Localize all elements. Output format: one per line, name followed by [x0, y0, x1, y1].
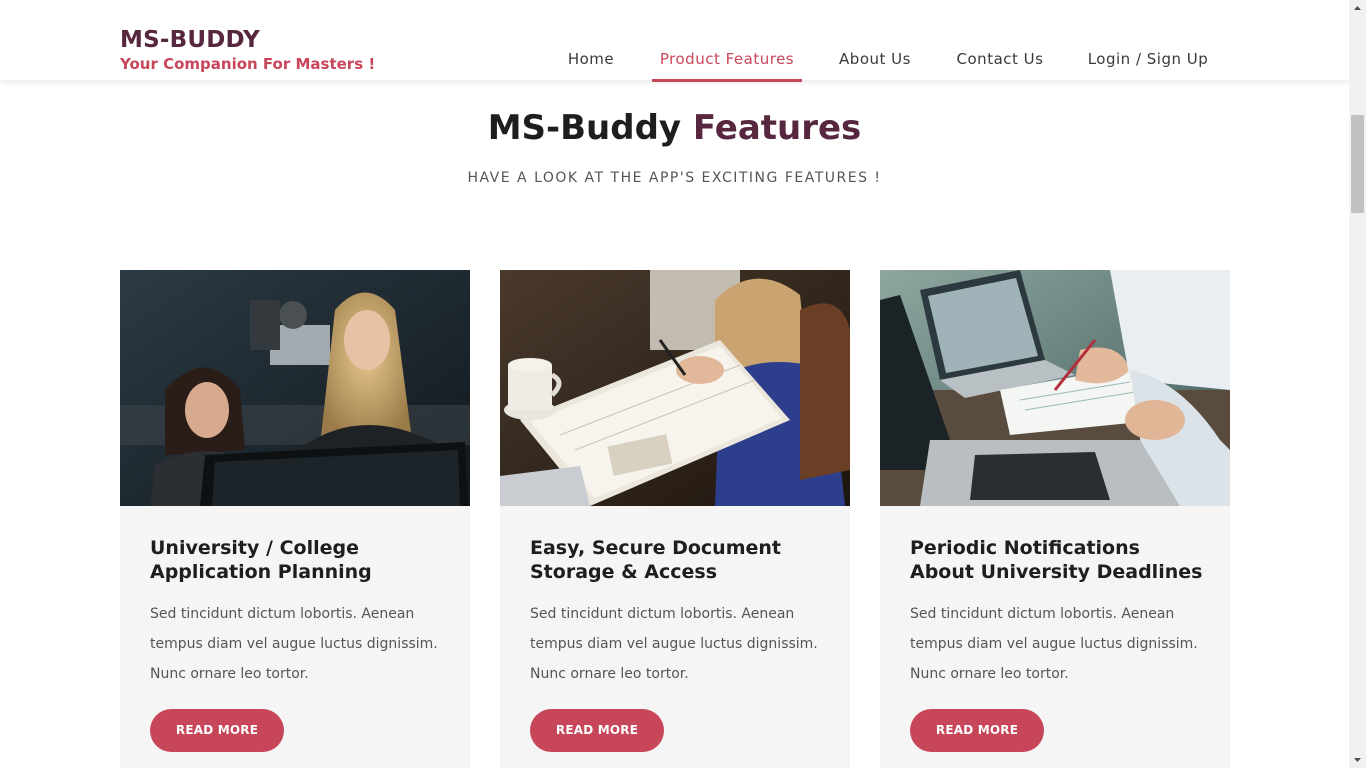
feature-card: University / College Application Plannin… — [120, 270, 470, 768]
card-description: Sed tincidunt dictum lobortis. Aenean te… — [150, 606, 438, 682]
card-description: Sed tincidunt dictum lobortis. Aenean te… — [910, 606, 1198, 682]
page-scrollbar[interactable] — [1349, 0, 1366, 768]
main-nav: Home Product Features About Us Contact U… — [0, 50, 1349, 82]
card-image-two-women-at-computer — [120, 270, 470, 506]
card-image-laptops-and-paperwork — [880, 270, 1230, 506]
feature-card: Easy, Secure Document Storage & Access S… — [500, 270, 850, 768]
feature-card: Periodic Notifications About University … — [880, 270, 1230, 768]
nav-item-contact-us[interactable]: Contact Us — [950, 50, 1050, 80]
card-image-writing-in-notebook — [500, 270, 850, 506]
scroll-up-arrow-icon[interactable] — [1349, 0, 1366, 17]
nav-item-about-us[interactable]: About Us — [834, 50, 916, 80]
card-description: Sed tincidunt dictum lobortis. Aenean te… — [530, 606, 818, 682]
nav-item-login-signup[interactable]: Login / Sign Up — [1084, 50, 1212, 80]
section-title: MS-Buddy Features — [0, 108, 1349, 148]
card-title: Easy, Secure Document Storage & Access — [530, 537, 781, 583]
nav-item-product-features[interactable]: Product Features — [652, 50, 802, 82]
read-more-button[interactable]: READ MORE — [150, 709, 284, 752]
nav-item-home[interactable]: Home — [562, 50, 620, 80]
card-title: Periodic Notifications About University … — [910, 537, 1203, 583]
site-header: MS-BUDDY Your Companion For Masters ! Ho… — [0, 0, 1349, 82]
page: MS-BUDDY Your Companion For Masters ! Ho… — [0, 0, 1349, 768]
card-title: University / College Application Plannin… — [150, 537, 372, 583]
section-title-accent: Features — [692, 108, 862, 148]
scrollbar-thumb[interactable] — [1351, 115, 1364, 213]
section-title-main: MS-Buddy — [487, 108, 693, 148]
scroll-down-arrow-icon[interactable] — [1349, 751, 1366, 768]
section-subtitle: HAVE A LOOK AT THE APP'S EXCITING FEATUR… — [467, 170, 882, 186]
read-more-button[interactable]: READ MORE — [530, 709, 664, 752]
read-more-button[interactable]: READ MORE — [910, 709, 1044, 752]
